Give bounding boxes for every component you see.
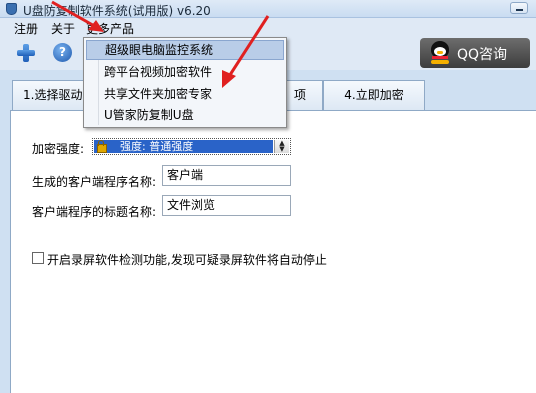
plus-icon[interactable] bbox=[16, 43, 36, 63]
tab-options[interactable]: 项 bbox=[283, 80, 323, 110]
menu-about[interactable]: 关于 bbox=[49, 20, 77, 37]
screen-record-label: 开启录屏软件检测功能,发现可疑录屏软件将自动停止 bbox=[47, 253, 327, 267]
qq-consult-button[interactable]: QQ咨询 bbox=[420, 38, 530, 68]
client-title-input[interactable]: 文件浏览 bbox=[162, 195, 291, 216]
client-name-label: 生成的客户端程序名称: bbox=[32, 175, 157, 189]
client-name-input[interactable]: 客户端 bbox=[162, 165, 291, 186]
spin-arrows-icon[interactable]: ▲ ▼ bbox=[274, 140, 289, 153]
minimize-button[interactable] bbox=[510, 2, 528, 14]
window-title: U盘防复制软件系统(试用版) v6.20 bbox=[23, 4, 211, 18]
shield-icon bbox=[6, 3, 17, 15]
menu-bar: 注册 关于 更多产品 bbox=[0, 18, 536, 38]
screen-record-checkbox[interactable] bbox=[32, 252, 44, 264]
tab-encrypt-now[interactable]: 4.立即加密 bbox=[323, 80, 425, 110]
title-bar: U盘防复制软件系统(试用版) v6.20 bbox=[0, 0, 536, 18]
dropdown-item-video-encrypt[interactable]: 跨平台视频加密软件 bbox=[86, 62, 284, 82]
client-title-label: 客户端程序的标题名称: bbox=[32, 205, 157, 219]
lock-icon bbox=[96, 140, 107, 153]
strength-select[interactable]: 强度: 普通强度 ▲ ▼ bbox=[92, 138, 291, 155]
menu-register[interactable]: 注册 bbox=[12, 20, 40, 37]
dropdown-item-super-eye[interactable]: 超级眼电脑监控系统 bbox=[86, 40, 284, 60]
dropdown-item-usb-manager[interactable]: U管家防复制U盘 bbox=[86, 105, 284, 125]
qq-consult-label: QQ咨询 bbox=[457, 47, 508, 63]
strength-label: 加密强度: bbox=[32, 142, 85, 156]
more-products-dropdown: 超级眼电脑监控系统 跨平台视频加密软件 共享文件夹加密专家 U管家防复制U盘 bbox=[83, 37, 287, 128]
strength-selected-value: 强度: 普通强度 bbox=[94, 140, 273, 153]
menu-more-products[interactable]: 更多产品 bbox=[84, 20, 136, 37]
dropdown-item-share-folder-encrypt[interactable]: 共享文件夹加密专家 bbox=[86, 84, 284, 104]
help-icon[interactable]: ? bbox=[53, 43, 72, 62]
qq-penguin-icon bbox=[429, 41, 451, 65]
